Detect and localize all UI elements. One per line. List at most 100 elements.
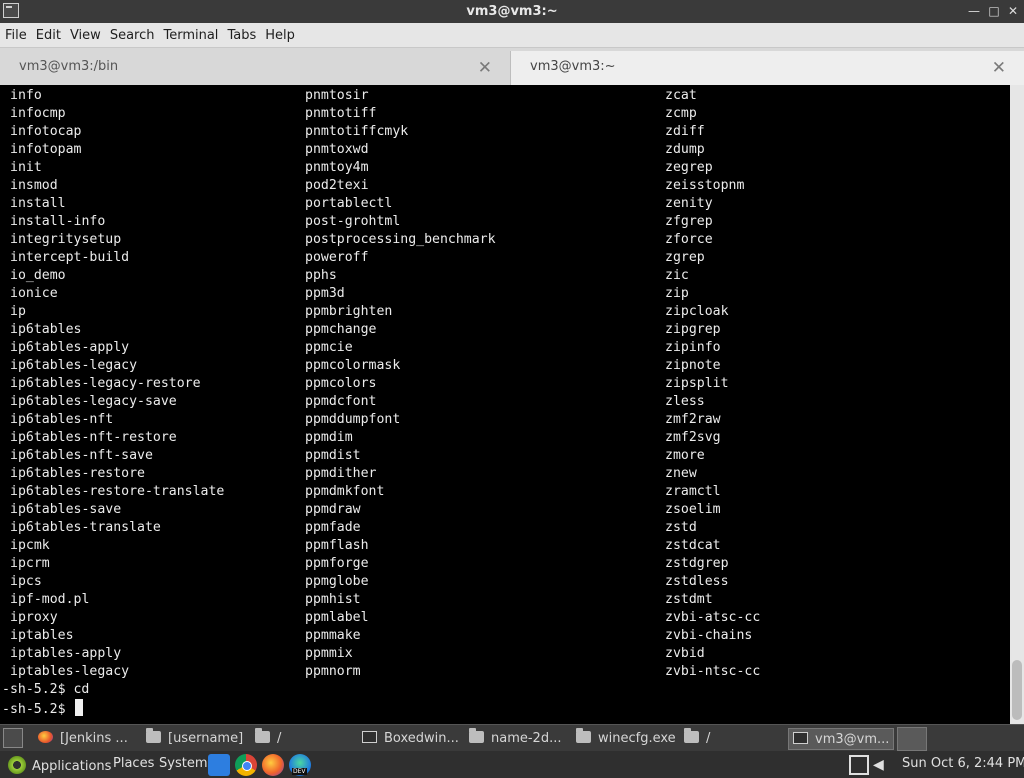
file-entry: zstdless: [665, 574, 729, 589]
output-column-1: info infocmp infotocap infotopam init insmod i…: [10, 87, 224, 681]
applications-menu[interactable]: Applications: [8, 756, 111, 774]
file-entry: ip6tables-legacy: [10, 358, 138, 373]
file-entry: ip6tables-legacy-restore: [10, 376, 201, 391]
menu-help[interactable]: Help: [265, 28, 295, 43]
menu-file[interactable]: File: [5, 28, 27, 43]
window-button-jenkins[interactable]: [Jenkins ...: [38, 728, 138, 750]
file-entry: ppmnorm: [305, 664, 361, 679]
window-title: vm3@vm3:~: [466, 4, 558, 19]
window-button-root-2[interactable]: /: [684, 728, 784, 750]
file-entry: zvbi-ntsc-cc: [665, 664, 761, 679]
file-entry: zsoelim: [665, 502, 721, 517]
terminal-scrollbar[interactable]: [1010, 85, 1024, 724]
file-entry: ppmdcfont: [305, 394, 377, 409]
file-entry: info: [10, 88, 42, 103]
file-entry: ppmchange: [305, 322, 377, 337]
file-entry: ppmhist: [305, 592, 361, 607]
output-column-3: zcat zcmp zdiff zdump zegrep zeisstopnm zenity…: [665, 87, 760, 681]
firefox-icon: [38, 731, 53, 743]
minimize-icon[interactable]: —: [966, 3, 982, 19]
file-entry: init: [10, 160, 42, 175]
file-entry: zfgrep: [665, 214, 713, 229]
prompt-text: -sh-5.2$: [2, 702, 74, 717]
firefox-launcher-icon[interactable]: [262, 754, 284, 776]
file-entry: zmf2svg: [665, 430, 721, 445]
window-button-label: /: [277, 731, 282, 746]
window-button-label: [Jenkins ...: [60, 731, 128, 746]
volume-icon[interactable]: ◀: [873, 757, 889, 773]
file-entry: ppmmake: [305, 628, 361, 643]
file-entry: ppmddumpfont: [305, 412, 401, 427]
file-entry: zvbid: [665, 646, 705, 661]
menu-terminal[interactable]: Terminal: [163, 28, 218, 43]
file-entry: ppm3d: [305, 286, 345, 301]
file-entry: zegrep: [665, 160, 713, 175]
file-entry: zramctl: [665, 484, 721, 499]
file-entry: zvbi-atsc-cc: [665, 610, 761, 625]
tab-bin[interactable]: vm3@vm3:/bin ✕: [0, 51, 510, 85]
file-entry: ppmdither: [305, 466, 377, 481]
file-entry: zipinfo: [665, 340, 721, 355]
file-entry: ppmforge: [305, 556, 369, 571]
window-button-root[interactable]: /: [255, 728, 355, 750]
file-entry: zmore: [665, 448, 705, 463]
folder-icon: [146, 728, 161, 743]
chrome-launcher-icon[interactable]: [235, 754, 257, 776]
terminal-output[interactable]: info infocmp infotocap infotopam init insmod i…: [0, 85, 1010, 724]
clock[interactable]: Sun Oct 6, 2:44 PM: [902, 756, 1024, 771]
file-entry: ppmmix: [305, 646, 353, 661]
file-entry: ipcrm: [10, 556, 50, 571]
places-menu[interactable]: Places: [113, 756, 154, 771]
file-entry: postprocessing_benchmark: [305, 232, 496, 247]
file-entry: zstd: [665, 520, 697, 535]
file-entry: install-info: [10, 214, 106, 229]
show-desktop-icon[interactable]: [3, 728, 23, 748]
file-entry: ppmbrighten: [305, 304, 393, 319]
tab-close-icon[interactable]: ✕: [478, 58, 492, 78]
menu-view[interactable]: View: [70, 28, 101, 43]
file-entry: ip6tables: [10, 322, 82, 337]
window-button-username[interactable]: [username]: [146, 728, 251, 750]
file-entry: io_demo: [10, 268, 66, 283]
tab-close-icon[interactable]: ✕: [992, 58, 1006, 78]
file-entry: pod2texi: [305, 178, 369, 193]
tab-home[interactable]: vm3@vm3:~ ✕: [510, 51, 1024, 85]
file-entry: insmod: [10, 178, 58, 193]
file-entry: pphs: [305, 268, 337, 283]
file-entry: zipsplit: [665, 376, 729, 391]
window-button-boxedwine[interactable]: Boxedwin...: [362, 728, 464, 750]
menu-edit[interactable]: Edit: [36, 28, 61, 43]
window-button-terminal-active[interactable]: vm3@vm...: [788, 728, 894, 750]
edge-dev-launcher-icon[interactable]: [289, 754, 311, 776]
workspace-switcher[interactable]: [897, 727, 927, 751]
file-entry: zmf2raw: [665, 412, 721, 427]
maximize-icon[interactable]: □: [986, 3, 1002, 19]
menu-tabs[interactable]: Tabs: [227, 28, 256, 43]
file-entry: iproxy: [10, 610, 58, 625]
window-button-name-2d[interactable]: name-2d...: [469, 728, 574, 750]
file-entry: infotopam: [10, 142, 82, 157]
file-entry: zic: [665, 268, 689, 283]
window-button-winecfg[interactable]: winecfg.exe: [576, 728, 680, 750]
close-icon[interactable]: ✕: [1005, 3, 1021, 19]
prompt-line: -sh-5.2$ cd: [2, 682, 90, 697]
system-panel: Applications Places System ◀ Sun Oct 6, …: [0, 751, 1024, 778]
system-menu[interactable]: System: [159, 756, 207, 771]
file-entry: ppmcolors: [305, 376, 377, 391]
file-entry: zdump: [665, 142, 705, 157]
file-entry: ppmlabel: [305, 610, 369, 625]
file-entry: zip: [665, 286, 689, 301]
prompt-line-current[interactable]: -sh-5.2$: [2, 699, 89, 717]
file-entry: zless: [665, 394, 705, 409]
vscode-launcher-icon[interactable]: [208, 754, 230, 776]
file-entry: ip6tables-legacy-save: [10, 394, 177, 409]
menu-search[interactable]: Search: [110, 28, 155, 43]
file-entry: iptables-legacy: [10, 664, 130, 679]
file-entry: ipcmk: [10, 538, 50, 553]
file-entry: ppmdim: [305, 430, 353, 445]
network-icon[interactable]: [849, 755, 869, 775]
file-entry: zstdgrep: [665, 556, 729, 571]
file-entry: intercept-build: [10, 250, 130, 265]
file-entry: pnmtotiff: [305, 106, 377, 121]
scrollbar-thumb[interactable]: [1012, 660, 1022, 720]
